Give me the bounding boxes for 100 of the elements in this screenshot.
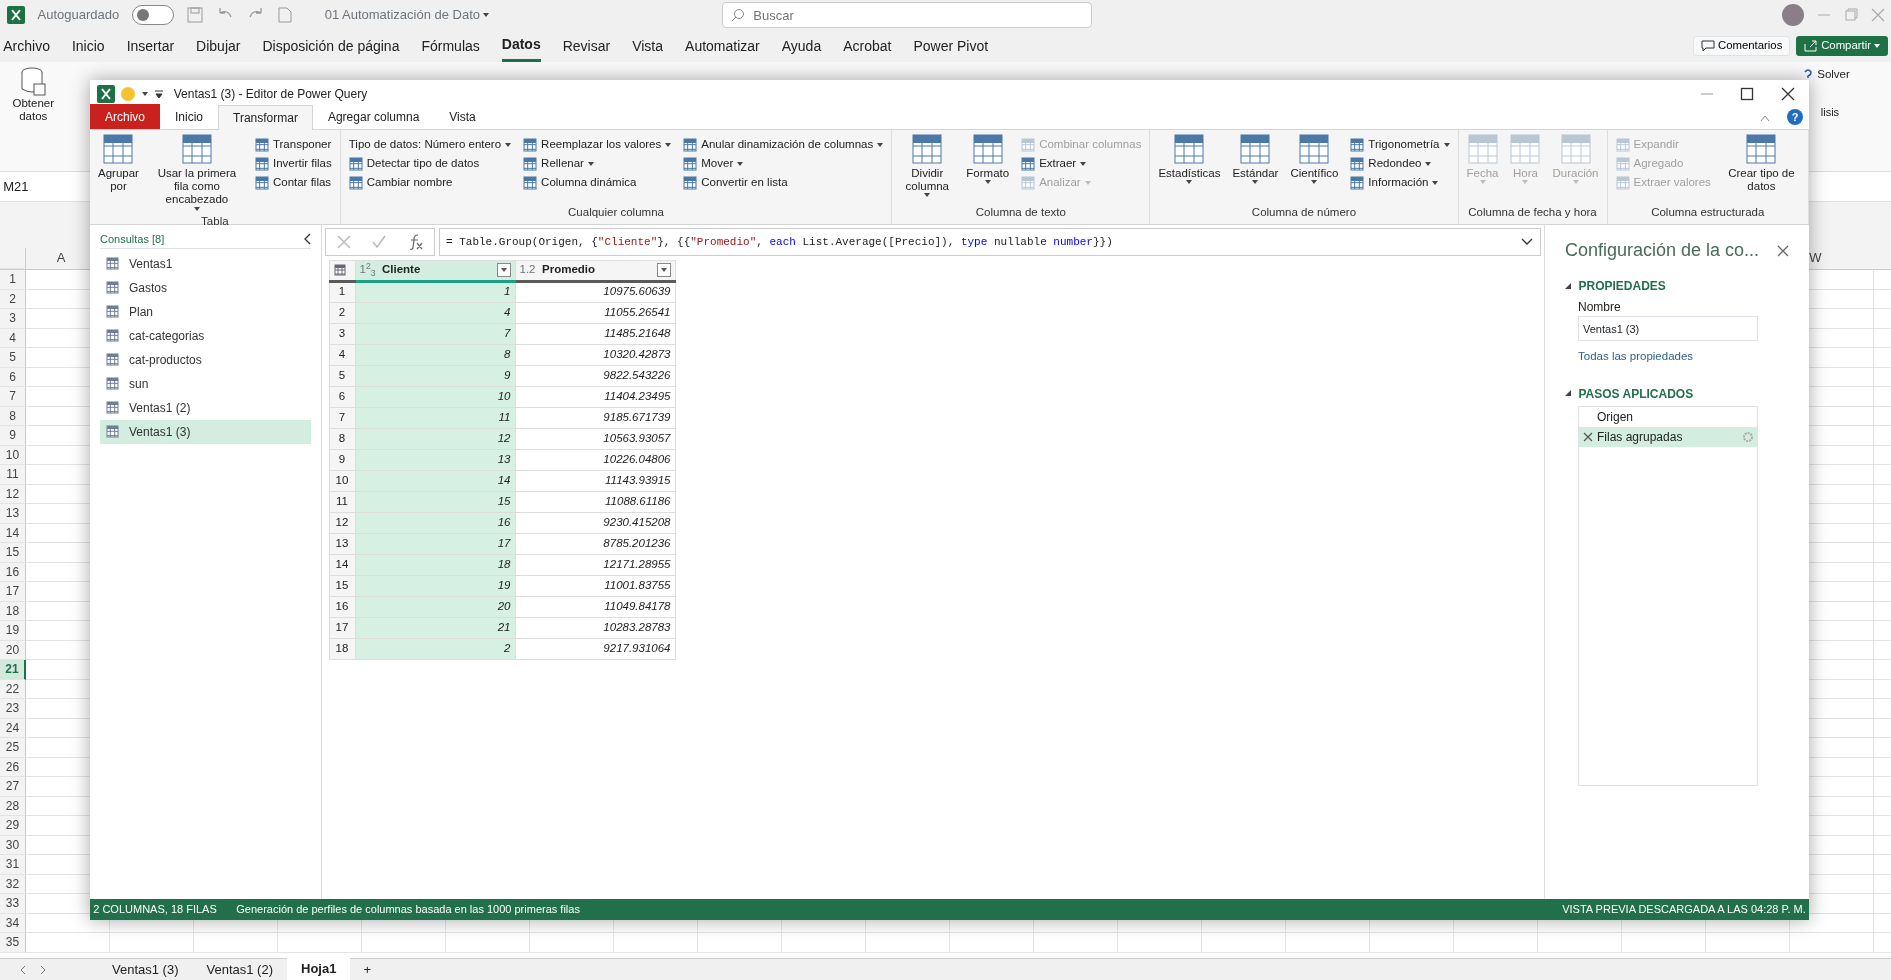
ribbon-button[interactable]: Rellenar: [521, 154, 674, 174]
search-field[interactable]: Buscar: [722, 2, 1093, 28]
table-cell: 9185.671739: [515, 407, 675, 428]
share-button[interactable]: Compartir: [1796, 36, 1888, 56]
ribbon-button[interactable]: Estándar: [1230, 132, 1281, 204]
column-header[interactable]: 1.2 Promedio: [515, 260, 675, 281]
add-sheet-button[interactable]: +: [363, 959, 371, 980]
table-cell: 10320.42873: [515, 344, 675, 365]
ribbon-tab[interactable]: Transformar: [218, 105, 313, 130]
ribbon-tab[interactable]: Agregar columna: [312, 104, 435, 129]
ribbon-tab[interactable]: Vista: [434, 104, 491, 129]
table-cell: 11049.84178: [515, 596, 675, 617]
query-name: cat-productos: [129, 351, 202, 369]
row-header: 23: [0, 699, 26, 719]
row-header: 35: [0, 933, 26, 953]
query-item[interactable]: sun: [100, 371, 311, 396]
ribbon-button[interactable]: Anular dinamización de columnas: [681, 135, 886, 155]
menu-tab[interactable]: Vista: [632, 31, 664, 61]
row-number: 12: [329, 512, 355, 533]
comments-button[interactable]: Comentarios: [1693, 36, 1790, 56]
row-number: 10: [329, 470, 355, 491]
ribbon-button[interactable]: Formato: [964, 132, 1012, 204]
row-header: 11: [0, 465, 26, 485]
ribbon-button[interactable]: Estadísticas: [1156, 132, 1223, 204]
ribbon-tab[interactable]: Inicio: [160, 104, 219, 129]
all-properties-link[interactable]: Todas las propiedades: [1578, 347, 1789, 365]
query-item[interactable]: Gastos: [100, 275, 311, 300]
table-cell: 11143.93915: [515, 470, 675, 491]
section-heading: PASOS APLICADOS: [1578, 385, 1694, 403]
row-number: 1: [329, 281, 355, 302]
row-header: 9: [0, 426, 26, 446]
ribbon-button[interactable]: Usar la primera fila como encabezado: [148, 132, 245, 213]
menu-tab[interactable]: Automatizar: [685, 31, 760, 61]
formula-field[interactable]: = Table.Group(Origen, {"Cliente"}, {{"Promedio", each List.Average([Precio]), type nullable number}}): [438, 228, 1541, 257]
ribbon-button[interactable]: Crear tipo de datos: [1720, 132, 1802, 204]
sheet-tab[interactable]: Ventas1 (2): [192, 957, 287, 980]
menu-tab[interactable]: Inicio: [71, 31, 105, 61]
help-button[interactable]: ?: [1787, 109, 1803, 125]
row-header: 2: [0, 289, 26, 309]
applied-step[interactable]: Filas agrupadas: [1579, 426, 1757, 447]
ribbon-button[interactable]: Trigonometría: [1348, 135, 1452, 155]
ribbon-button[interactable]: Invertir filas: [252, 154, 334, 174]
ribbon-button[interactable]: Contar filas: [252, 173, 334, 193]
ribbon-button[interactable]: Extraer: [1019, 154, 1144, 174]
group-label: Tabla: [200, 213, 230, 229]
query-item[interactable]: Ventas1: [100, 251, 311, 276]
ribbon-button[interactable]: Científico: [1288, 132, 1341, 204]
sheet-tab[interactable]: Hoja1: [287, 956, 351, 980]
row-header: 16: [0, 562, 26, 582]
menu-tab[interactable]: Insertar: [126, 31, 175, 61]
column-header[interactable]: 1$^{2}$$_{3}$ Cliente: [355, 260, 515, 281]
menu-tab[interactable]: Archivo: [3, 31, 50, 61]
row-number: 14: [329, 554, 355, 575]
row-header: 34: [0, 913, 26, 933]
ribbon-button[interactable]: Tipo de datos: Número entero: [346, 135, 514, 155]
menu-tab[interactable]: Dibujar: [196, 31, 241, 61]
field-label: Nombre: [1578, 299, 1622, 317]
ribbon-button[interactable]: Mover: [681, 154, 886, 174]
query-item[interactable]: cat-categorias: [100, 323, 311, 348]
ribbon-button[interactable]: Información: [1348, 173, 1452, 193]
name-field[interactable]: Ventas1 (3): [1578, 316, 1758, 342]
table-cell: 10563.93057: [515, 428, 675, 449]
row-header: 7: [0, 387, 26, 407]
ribbon-button[interactable]: Reemplazar los valores: [521, 135, 674, 155]
ribbon-button[interactable]: Detectar tipo de datos: [346, 154, 514, 174]
ribbon-button[interactable]: Transponer: [252, 135, 334, 155]
menu-tab[interactable]: Ayuda: [781, 31, 822, 61]
query-item[interactable]: cat-productos: [100, 347, 311, 372]
row-header: 4: [0, 328, 26, 348]
status-text: Generación de perfiles de columnas basada en las 1000 primeras filas: [236, 902, 580, 918]
row-number: 11: [329, 491, 355, 512]
row-header: 31: [0, 855, 26, 875]
menu-tab[interactable]: Fórmulas: [421, 31, 480, 61]
solver-button[interactable]: Solver: [1801, 65, 1882, 85]
table-cell: 8785.201236: [515, 533, 675, 554]
ribbon-button[interactable]: Agrupar por: [96, 132, 141, 213]
row-header: 3: [0, 309, 26, 329]
ribbon-button[interactable]: Convertir en lista: [681, 173, 886, 193]
table-cell: 11001.83755: [515, 575, 675, 596]
menu-tab[interactable]: Acrobat: [843, 31, 892, 61]
row-header: 27: [0, 777, 26, 797]
ribbon-button[interactable]: Cambiar nombre: [346, 173, 514, 193]
query-item[interactable]: Plan: [100, 299, 311, 324]
row-header: 12: [0, 484, 26, 504]
get-data-button[interactable]: Obtener datos: [3, 65, 64, 171]
query-name: Ventas1 (3): [129, 423, 191, 441]
ribbon-button[interactable]: Columna dinámica: [521, 173, 674, 193]
sheet-tab[interactable]: Ventas1 (3): [98, 957, 193, 980]
menu-tab[interactable]: Revisar: [562, 31, 611, 61]
ribbon-tab[interactable]: Archivo: [90, 104, 160, 129]
query-item[interactable]: Ventas1 (2): [100, 395, 311, 420]
query-name: cat-categorias: [129, 327, 205, 345]
query-name: Plan: [129, 303, 154, 321]
ribbon-button[interactable]: Redondeo: [1348, 154, 1452, 174]
ribbon-button[interactable]: Dividir columna: [898, 132, 957, 204]
menu-tab[interactable]: Power Pivot: [913, 31, 989, 61]
applied-step[interactable]: Origen: [1579, 406, 1757, 427]
name-box[interactable]: M21: [0, 176, 85, 197]
menu-tab[interactable]: Disposición de página: [262, 31, 400, 61]
query-item[interactable]: Ventas1 (3): [100, 419, 311, 444]
